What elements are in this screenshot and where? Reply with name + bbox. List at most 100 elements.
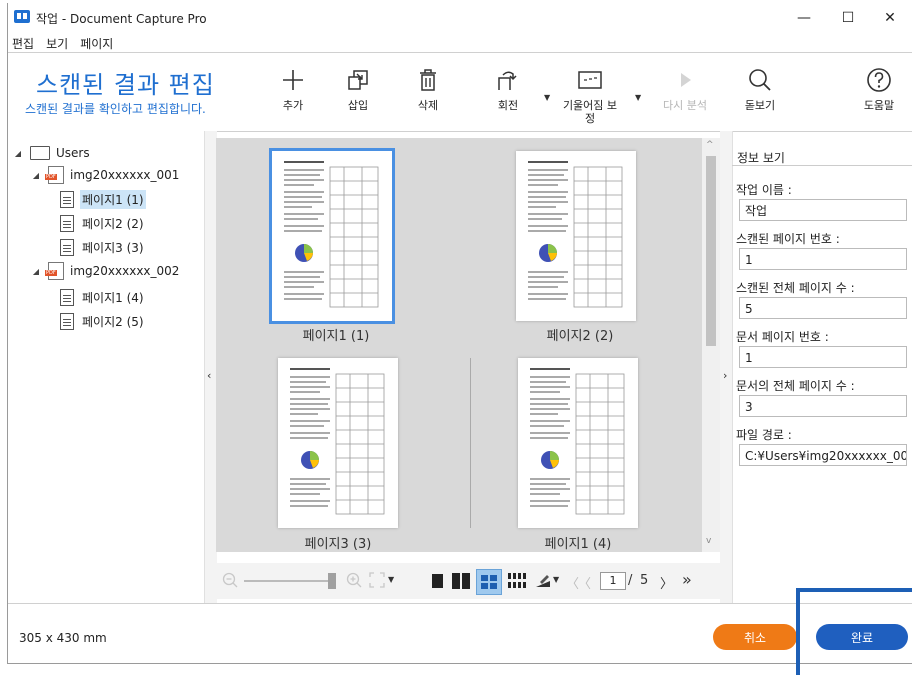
- title-bar: 작업 - Document Capture Pro — ☐ ✕: [8, 3, 912, 33]
- info-panel: 정보 보기 작업 이름 : 작업 스캔된 페이지 번호 : 1 스캔된 전체 페…: [732, 139, 912, 603]
- scroll-down-icon[interactable]: v: [706, 536, 711, 546]
- page-title: 스캔된 결과 편집: [36, 71, 215, 99]
- reanalyze-button[interactable]: 다시 분석: [655, 63, 715, 112]
- tree-label: 페이지2 (2): [82, 216, 144, 231]
- tree-item-page[interactable]: 페이지1 (4): [56, 287, 146, 307]
- zoom-slider-handle[interactable]: [328, 573, 336, 589]
- app-window: 작업 - Document Capture Pro — ☐ ✕ 편집 보기 페이지 …: [7, 3, 912, 664]
- insert-label: 삽입: [347, 99, 369, 112]
- edit-marker-icon[interactable]: [534, 572, 552, 590]
- collapse-arrow-icon[interactable]: ◢: [12, 149, 24, 158]
- delete-button[interactable]: 삭제: [398, 63, 458, 112]
- add-button[interactable]: 추가: [263, 63, 323, 112]
- scanned-page-number-field: 1: [739, 248, 907, 270]
- delete-label: 삭제: [417, 99, 439, 112]
- document-preview-icon: [290, 368, 385, 515]
- tree-item-page[interactable]: 페이지1 (1): [56, 189, 146, 209]
- tree-label: 페이지1 (4): [82, 290, 144, 305]
- insert-button[interactable]: 삽입: [328, 63, 388, 112]
- scrollbar-thumb[interactable]: [706, 156, 716, 346]
- skew-correction-button[interactable]: 기울어짐 보정: [560, 63, 620, 125]
- cancel-button[interactable]: 취소: [713, 624, 797, 650]
- magnifier-icon: [730, 63, 790, 97]
- page-total: 5: [640, 573, 649, 588]
- chevron-left-icon: ‹: [207, 369, 212, 382]
- app-logo-icon: [14, 10, 30, 23]
- fit-dropdown-caret[interactable]: ▼: [388, 575, 394, 584]
- thumbnail-toolbar: ▼ ▼ 〈 〈 1 / 5 〉 »: [216, 563, 720, 599]
- ribbon-toolbar: 스캔된 결과 편집 스캔된 결과를 확인하고 편집합니다. 추가 삽입 삭제 회…: [8, 52, 912, 132]
- thumbnail-label: 페이지1 (1): [302, 329, 370, 344]
- scanned-total-pages-field: 5: [739, 297, 907, 319]
- tree-item-page[interactable]: 페이지2 (5): [56, 311, 146, 331]
- zoom-out-icon[interactable]: [222, 572, 238, 588]
- close-button[interactable]: ✕: [870, 7, 910, 29]
- thumbnail-page[interactable]: [269, 148, 395, 324]
- file-path-field: C:¥Users¥img20xxxxxx_001: [739, 444, 907, 466]
- magnifier-button[interactable]: 돋보기: [730, 63, 790, 112]
- trash-icon: [398, 63, 458, 97]
- collapse-arrow-icon[interactable]: ◢: [30, 171, 42, 180]
- job-name-field[interactable]: 작업: [739, 199, 907, 221]
- thumbnail-label: 페이지1 (4): [544, 537, 612, 552]
- document-page-number-field: 1: [739, 346, 907, 368]
- help-button[interactable]: 도움말: [849, 63, 909, 112]
- view-small-grid-icon[interactable]: [508, 573, 526, 589]
- view-single-icon[interactable]: [432, 574, 443, 588]
- menu-page[interactable]: 페이지: [80, 35, 113, 52]
- rotate-button[interactable]: 회전: [478, 63, 538, 112]
- tree-item-page[interactable]: 페이지3 (3): [56, 237, 146, 257]
- zoom-in-icon[interactable]: [346, 572, 362, 588]
- collapse-arrow-icon[interactable]: ◢: [30, 267, 42, 276]
- scroll-up-icon[interactable]: ^: [706, 140, 714, 150]
- thumbnail-page[interactable]: [518, 358, 638, 528]
- next-page-button[interactable]: 〉: [660, 573, 673, 592]
- fit-page-icon[interactable]: [368, 571, 386, 589]
- folder-icon: [30, 146, 50, 160]
- help-label: 도움말: [863, 99, 895, 112]
- page-icon: [60, 190, 74, 208]
- tree-item-file-002[interactable]: ◢ img20xxxxxx_002: [30, 261, 181, 281]
- add-label: 추가: [282, 99, 304, 112]
- document-preview-icon: [530, 368, 625, 515]
- menu-view[interactable]: 보기: [46, 35, 68, 52]
- page-icon: [60, 312, 74, 330]
- prev-page-button-2[interactable]: 〈: [578, 573, 591, 592]
- marker-dropdown-caret[interactable]: ▼: [553, 575, 559, 584]
- skew-correction-label: 기울어짐 보정: [562, 99, 618, 125]
- last-page-button[interactable]: »: [682, 570, 692, 589]
- help-icon: [849, 63, 909, 97]
- page-dimensions: 305 x 430 mm: [19, 631, 107, 645]
- view-double-icon[interactable]: [452, 573, 470, 589]
- tree-label: img20xxxxxx_001: [70, 168, 180, 182]
- skew-dropdown-caret[interactable]: ▼: [635, 93, 641, 102]
- page-icon: [60, 214, 74, 232]
- menu-edit[interactable]: 편집: [12, 35, 34, 52]
- page-icon: [60, 288, 74, 306]
- zoom-slider-track[interactable]: [244, 580, 334, 582]
- tree-item-page[interactable]: 페이지2 (2): [56, 213, 146, 233]
- thumbnail-scrollbar[interactable]: ^ v: [702, 138, 720, 552]
- thumbnail-label: 페이지2 (2): [546, 329, 614, 344]
- maximize-button[interactable]: ☐: [828, 7, 868, 29]
- rotate-dropdown-caret[interactable]: ▼: [544, 93, 550, 102]
- thumbnail-label: 페이지3 (3): [304, 537, 372, 552]
- reanalyze-label: 다시 분석: [663, 99, 707, 112]
- tree-root-users[interactable]: ◢ Users: [12, 143, 92, 163]
- tree-label: 페이지2 (5): [82, 314, 144, 329]
- thumbnail-page[interactable]: [516, 151, 636, 321]
- page-icon: [60, 238, 74, 256]
- info-label: 문서의 전체 페이지 수 :: [736, 379, 855, 393]
- view-grid-button[interactable]: [476, 569, 502, 595]
- page-separator: /: [628, 573, 633, 588]
- magnifier-label: 돋보기: [744, 99, 776, 112]
- tree-label: 페이지3 (3): [82, 240, 144, 255]
- thumbnail-page[interactable]: [278, 358, 398, 528]
- info-label: 파일 경로 :: [736, 428, 792, 442]
- tree-label: Users: [56, 146, 90, 160]
- minimize-button[interactable]: —: [784, 7, 824, 29]
- page-number-input[interactable]: 1: [600, 572, 626, 590]
- info-label: 문서 페이지 번호 :: [736, 330, 829, 344]
- tree-item-file-001[interactable]: ◢ img20xxxxxx_001: [30, 165, 181, 185]
- pdf-file-icon: [45, 262, 64, 280]
